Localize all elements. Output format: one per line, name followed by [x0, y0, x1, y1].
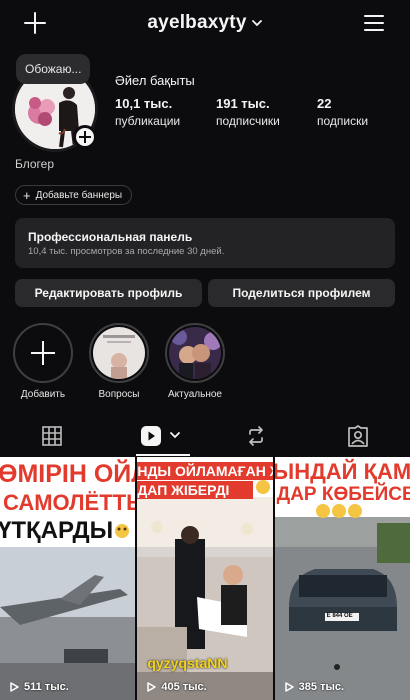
- view-count: 385 тыс.: [283, 681, 344, 693]
- stat-label: подписчики: [216, 114, 280, 128]
- top-bar: ayelbaxyty: [0, 0, 410, 48]
- highlight-label: Актуальное: [168, 389, 222, 400]
- stat-posts[interactable]: 10,1 тыс. публикации: [115, 96, 180, 128]
- reposts-icon: [249, 426, 263, 446]
- license-plate: Е 844 ОЕ: [326, 613, 353, 619]
- profile-note[interactable]: Обожаю...: [16, 54, 91, 84]
- reel-tile[interactable]: ЫНДАЙ ҚАМ ДАР КӨБЕЙСЕ Е 844 ОЕ 385 тыс.: [274, 457, 410, 700]
- username: ayelbaxyty: [147, 12, 247, 33]
- reel-caption-line: ӨМІРІН ОЙЛА: [0, 460, 135, 488]
- stat-label: публикации: [115, 114, 181, 128]
- highlight-add[interactable]: Добавить: [13, 323, 73, 400]
- reel-caption-line: САМОЛЁТТЫ: [3, 490, 136, 515]
- tab-tagged[interactable]: [308, 416, 408, 456]
- reel-caption-line: ДАП ЖІБЕРДІ: [137, 481, 254, 499]
- reel-caption-line: ДАР КӨБЕЙСЕ: [276, 484, 410, 505]
- active-tab-indicator: [136, 454, 190, 456]
- reels-grid: ӨМІРІН ОЙЛА САМОЛЁТТЫ ҮТҚАРДЫ 511 тыс. Н…: [0, 457, 410, 700]
- highlight-actual[interactable]: Актуальное: [165, 323, 225, 400]
- reel-caption-line: ҮТҚАРДЫ: [0, 517, 114, 544]
- highlight-ring: [89, 323, 149, 383]
- reel-watermark: qyzyqstaNN: [147, 655, 228, 671]
- stat-label: подписки: [317, 114, 369, 128]
- play-icon: [147, 682, 157, 692]
- stat-following[interactable]: 22 подписки: [317, 96, 368, 128]
- chevron-down-icon: [251, 20, 262, 27]
- menu-icon[interactable]: [364, 14, 384, 32]
- highlight-questions[interactable]: Вопросы: [89, 323, 149, 400]
- reels-icon: [141, 426, 180, 446]
- account-switcher[interactable]: ayelbaxyty: [0, 12, 410, 34]
- grid-icon: [42, 426, 62, 446]
- view-count-value: 385 тыс.: [298, 681, 345, 693]
- profile-tabs: [0, 416, 410, 456]
- play-icon: [284, 682, 294, 692]
- play-icon: [10, 682, 19, 692]
- highlight-ring: [165, 323, 225, 383]
- tab-grid[interactable]: [2, 416, 102, 456]
- view-count-value: 405 тыс.: [161, 681, 207, 693]
- edit-profile-button[interactable]: Редактировать профиль: [15, 279, 202, 307]
- share-profile-button[interactable]: Поделиться профилем: [208, 279, 395, 307]
- view-count-value: 511 тыс.: [24, 681, 69, 693]
- plus-icon: +: [23, 187, 31, 203]
- stat-value: 10,1 тыс.: [115, 96, 173, 111]
- profile-actions: Редактировать профиль Поделиться профиле…: [15, 279, 395, 307]
- pro-panel-title: Профессиональная панель: [28, 230, 193, 244]
- reel-tile[interactable]: ӨМІРІН ОЙЛА САМОЛЁТТЫ ҮТҚАРДЫ 511 тыс.: [0, 457, 136, 700]
- tagged-icon: [348, 425, 368, 447]
- stat-value: 22: [317, 96, 332, 111]
- stat-followers[interactable]: 191 тыс. подписчики: [216, 96, 280, 128]
- reel-caption-line: ЫНДАЙ ҚАМ: [274, 459, 410, 484]
- plus-icon: [31, 341, 55, 365]
- add-banners-label: Добавьте баннеры: [35, 189, 123, 201]
- highlight-cover: [169, 327, 221, 379]
- view-count: 405 тыс.: [145, 681, 207, 693]
- add-story-icon[interactable]: [73, 125, 97, 149]
- tab-reels[interactable]: [113, 416, 213, 456]
- highlight-ring: [13, 323, 73, 383]
- pro-panel-subtitle: 10,4 тыс. просмотров за последние 30 дне…: [28, 246, 225, 257]
- tab-reposts[interactable]: [206, 416, 306, 456]
- profile-category: Блогер: [15, 157, 55, 171]
- stat-value: 191 тыс.: [216, 96, 270, 111]
- reel-tile[interactable]: НДЫ ОЙЛАМАҒАН Ж ДАП ЖІБЕРДІ qyzyqstaNN 4…: [137, 457, 273, 700]
- professional-dashboard[interactable]: Профессиональная панель 10,4 тыс. просмо…: [15, 218, 395, 268]
- view-count: 511 тыс.: [8, 681, 69, 693]
- display-name: Әйел бақыты: [115, 73, 195, 88]
- reel-caption-line: НДЫ ОЙЛАМАҒАН Ж: [137, 462, 273, 480]
- add-banners-button[interactable]: + Добавьте баннеры: [15, 185, 133, 205]
- highlight-cover: [93, 327, 145, 379]
